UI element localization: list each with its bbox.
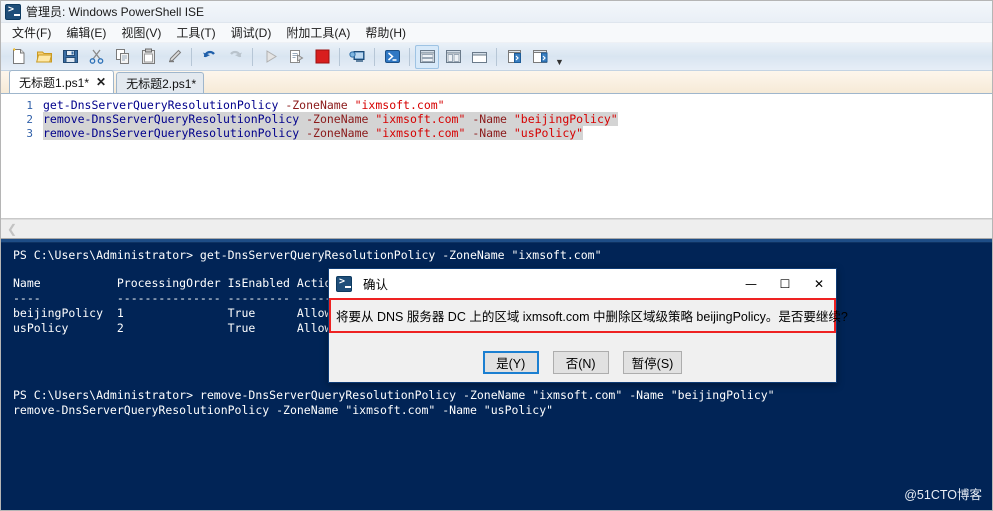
powershell-icon [336,275,352,292]
open-script-icon[interactable] [32,45,56,69]
menu-bar: 文件(F) 编辑(E) 视图(V) 工具(T) 调试(D) 附加工具(A) 帮助… [1,23,992,43]
menu-edit[interactable]: 编辑(E) [60,22,115,43]
run-script-icon[interactable] [258,45,282,69]
new-script-icon[interactable] [6,45,30,69]
toolbar-separator [496,47,497,66]
toolbar-separator [409,47,410,66]
menu-addons[interactable]: 附加工具(A) [280,22,359,43]
menu-file[interactable]: 文件(F) [6,22,60,43]
console-line: PS C:\Users\Administrator> get-DnsServer… [13,248,602,262]
dialog-button-row: 是(Y) 否(N) 暂停(S) [329,351,836,374]
dialog-body: 将要从 DNS 服务器 DC 上的区域 ixmsoft.com 中删除区域级策略… [329,298,848,382]
clear-console-icon[interactable] [162,45,186,69]
code-token-string: "ixmsoft.com" [375,112,466,126]
copy-icon[interactable] [110,45,134,69]
code-line: 2 remove-DnsServerQueryResolutionPolicy … [1,112,992,126]
toolbar-separator [191,47,192,66]
code-token-cmdlet: remove-DnsServerQueryResolutionPolicy [43,126,307,140]
code-token-string: "ixmsoft.com" [354,98,445,112]
title-bar: 管理员: Windows PowerShell ISE [1,1,992,23]
undo-icon[interactable] [197,45,221,69]
new-powershell-tab-icon[interactable] [380,45,404,69]
file-tab-strip: 无标题1.ps1* ✕ 无标题2.ps1* [1,70,992,94]
tab-untitled-2[interactable]: 无标题2.ps1* [116,72,205,93]
show-script-pane-maximized-icon[interactable] [528,45,552,69]
code-line: 3 remove-DnsServerQueryResolutionPolicy … [1,126,992,140]
dialog-message: 将要从 DNS 服务器 DC 上的区域 ixmsoft.com 中删除区域级策略… [336,310,848,324]
code-content[interactable]: remove-DnsServerQueryResolutionPolicy -Z… [43,112,618,126]
toolbar-overflow-icon[interactable]: ▼ [555,58,564,70]
code-token-cmdlet: get-DnsServerQueryResolutionPolicy [43,98,286,112]
show-script-pane-right-icon[interactable] [502,45,526,69]
line-number: 2 [26,112,33,126]
dialog-title-bar: 确认 — ☐ ✕ [329,269,836,298]
toolbar-separator [374,47,375,66]
menu-view[interactable]: 视图(V) [115,22,170,43]
menu-help[interactable]: 帮助(H) [359,22,415,43]
maximize-icon[interactable]: ☐ [768,269,802,298]
save-icon[interactable] [58,45,82,69]
menu-tools[interactable]: 工具(T) [170,22,224,43]
code-token-parameter: -ZoneName [285,98,355,112]
line-number: 3 [26,126,33,140]
menu-debug[interactable]: 调试(D) [225,22,281,43]
paste-icon[interactable] [136,45,160,69]
powershell-ise-window: 管理员: Windows PowerShell ISE 文件(F) 编辑(E) … [0,0,993,511]
code-token-cmdlet: remove-DnsServerQueryResolutionPolicy [43,112,307,126]
line-number: 1 [26,98,33,112]
redo-icon[interactable] [223,45,247,69]
code-token-parameter: -Name [472,112,514,126]
stop-operation-icon[interactable] [310,45,334,69]
toolbar: ▼ [1,43,992,71]
code-token-string: "ixmsoft.com" [375,126,466,140]
console-line: remove-DnsServerQueryResolutionPolicy -Z… [13,403,554,417]
dialog-message-highlight: 将要从 DNS 服务器 DC 上的区域 ixmsoft.com 中删除区域级策略… [329,298,848,333]
toolbar-separator [339,47,340,66]
layout-side-by-side-icon[interactable] [441,45,465,69]
run-selection-icon[interactable] [284,45,308,69]
code-token-string: "beijingPolicy" [513,112,618,126]
code-content[interactable]: remove-DnsServerQueryResolutionPolicy -Z… [43,126,584,140]
code-token-parameter: -ZoneName [306,126,376,140]
powershell-icon [5,3,21,20]
dialog-window-buttons: — ☐ ✕ [734,269,836,298]
tab-untitled-1[interactable]: 无标题1.ps1* ✕ [9,70,115,93]
tab-label: 无标题2.ps1* [126,76,197,91]
code-token-string: "usPolicy" [513,126,584,140]
close-icon[interactable]: ✕ [802,269,836,298]
code-token-parameter: -Name [472,126,514,140]
confirm-dialog: 确认 — ☐ ✕ 将要从 DNS 服务器 DC 上的区域 ixmsoft.com… [328,268,848,383]
watermark: @51CTO博客 [904,488,982,502]
minimize-icon[interactable]: — [734,269,768,298]
console-line: PS C:\Users\Administrator> remove-DnsSer… [13,388,775,402]
new-remote-tab-icon[interactable] [345,45,369,69]
tab-label: 无标题1.ps1* [19,75,90,90]
dialog-suspend-button[interactable]: 暂停(S) [622,351,683,374]
code-token-parameter: -ZoneName [306,112,376,126]
code-content[interactable]: get-DnsServerQueryResolutionPolicy -Zone… [43,98,445,112]
close-icon[interactable]: ✕ [96,76,106,88]
layout-stacked-icon[interactable] [415,44,439,69]
script-pane-scrollbar[interactable]: ❮ [1,219,992,239]
code-line: 1 get-DnsServerQueryResolutionPolicy -Zo… [1,98,992,112]
window-title: 管理员: Windows PowerShell ISE [26,5,205,19]
cut-icon[interactable] [84,45,108,69]
script-pane[interactable]: 1 get-DnsServerQueryResolutionPolicy -Zo… [1,94,992,219]
chevron-left-icon[interactable]: ❮ [7,223,17,235]
dialog-title: 确认 [363,278,389,292]
layout-console-only-icon[interactable] [467,45,491,69]
toolbar-separator [252,47,253,66]
dialog-yes-button[interactable]: 是(Y) [482,351,539,374]
dialog-no-button[interactable]: 否(N) [552,351,609,374]
